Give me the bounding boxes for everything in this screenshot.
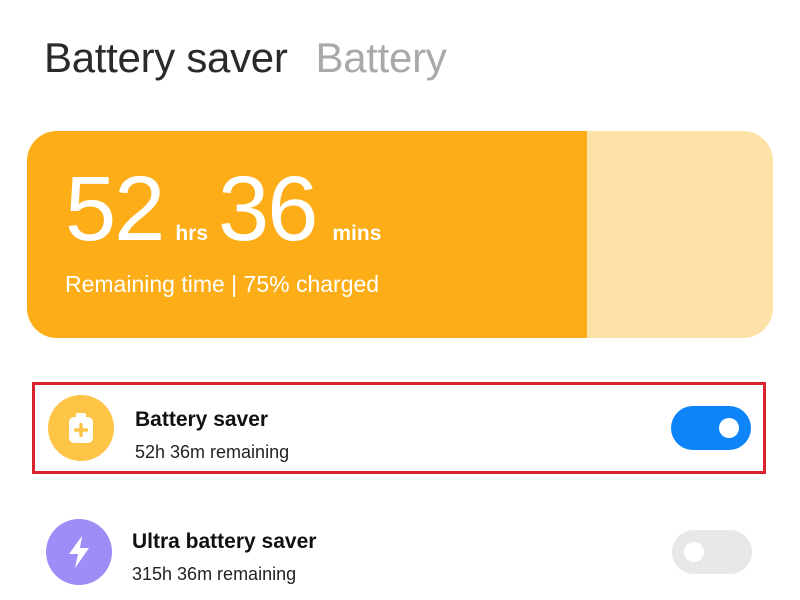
remaining-time-display: 52 hrs 36 mins (65, 161, 391, 257)
battery-saver-row[interactable]: Battery saver 52h 36m remaining (32, 382, 766, 474)
battery-plus-icon (48, 395, 114, 461)
ultra-battery-saver-toggle[interactable] (672, 530, 752, 574)
remaining-hours: 52 (65, 158, 165, 260)
battery-saver-title: Battery saver (135, 408, 269, 431)
tab-battery[interactable]: Battery (316, 30, 447, 86)
ultra-battery-saver-remaining: 315h 36m remaining (132, 564, 297, 584)
header-tabs: Battery saver Battery (44, 30, 447, 86)
toggle-knob (719, 418, 739, 438)
battery-saver-remaining: 52h 36m remaining (135, 442, 290, 462)
hours-unit: hrs (175, 222, 209, 245)
battery-status-card: 52 hrs 36 mins Remaining time | 75% char… (27, 131, 773, 338)
battery-settings-page: Battery saver Battery 52 hrs 36 mins Rem… (0, 0, 800, 600)
lightning-icon (46, 519, 112, 585)
minutes-unit: mins (332, 222, 382, 245)
ultra-battery-saver-title: Ultra battery saver (132, 530, 317, 553)
battery-card-content: 52 hrs 36 mins Remaining time | 75% char… (65, 161, 391, 299)
battery-saver-toggle[interactable] (671, 406, 751, 450)
ultra-battery-saver-row[interactable]: Ultra battery saver 315h 36m remaining (32, 506, 766, 598)
tab-battery-saver[interactable]: Battery saver (44, 30, 288, 86)
remaining-charge-text: Remaining time | 75% charged (65, 271, 380, 297)
toggle-knob (684, 542, 704, 562)
remaining-minutes: 36 (218, 158, 318, 260)
